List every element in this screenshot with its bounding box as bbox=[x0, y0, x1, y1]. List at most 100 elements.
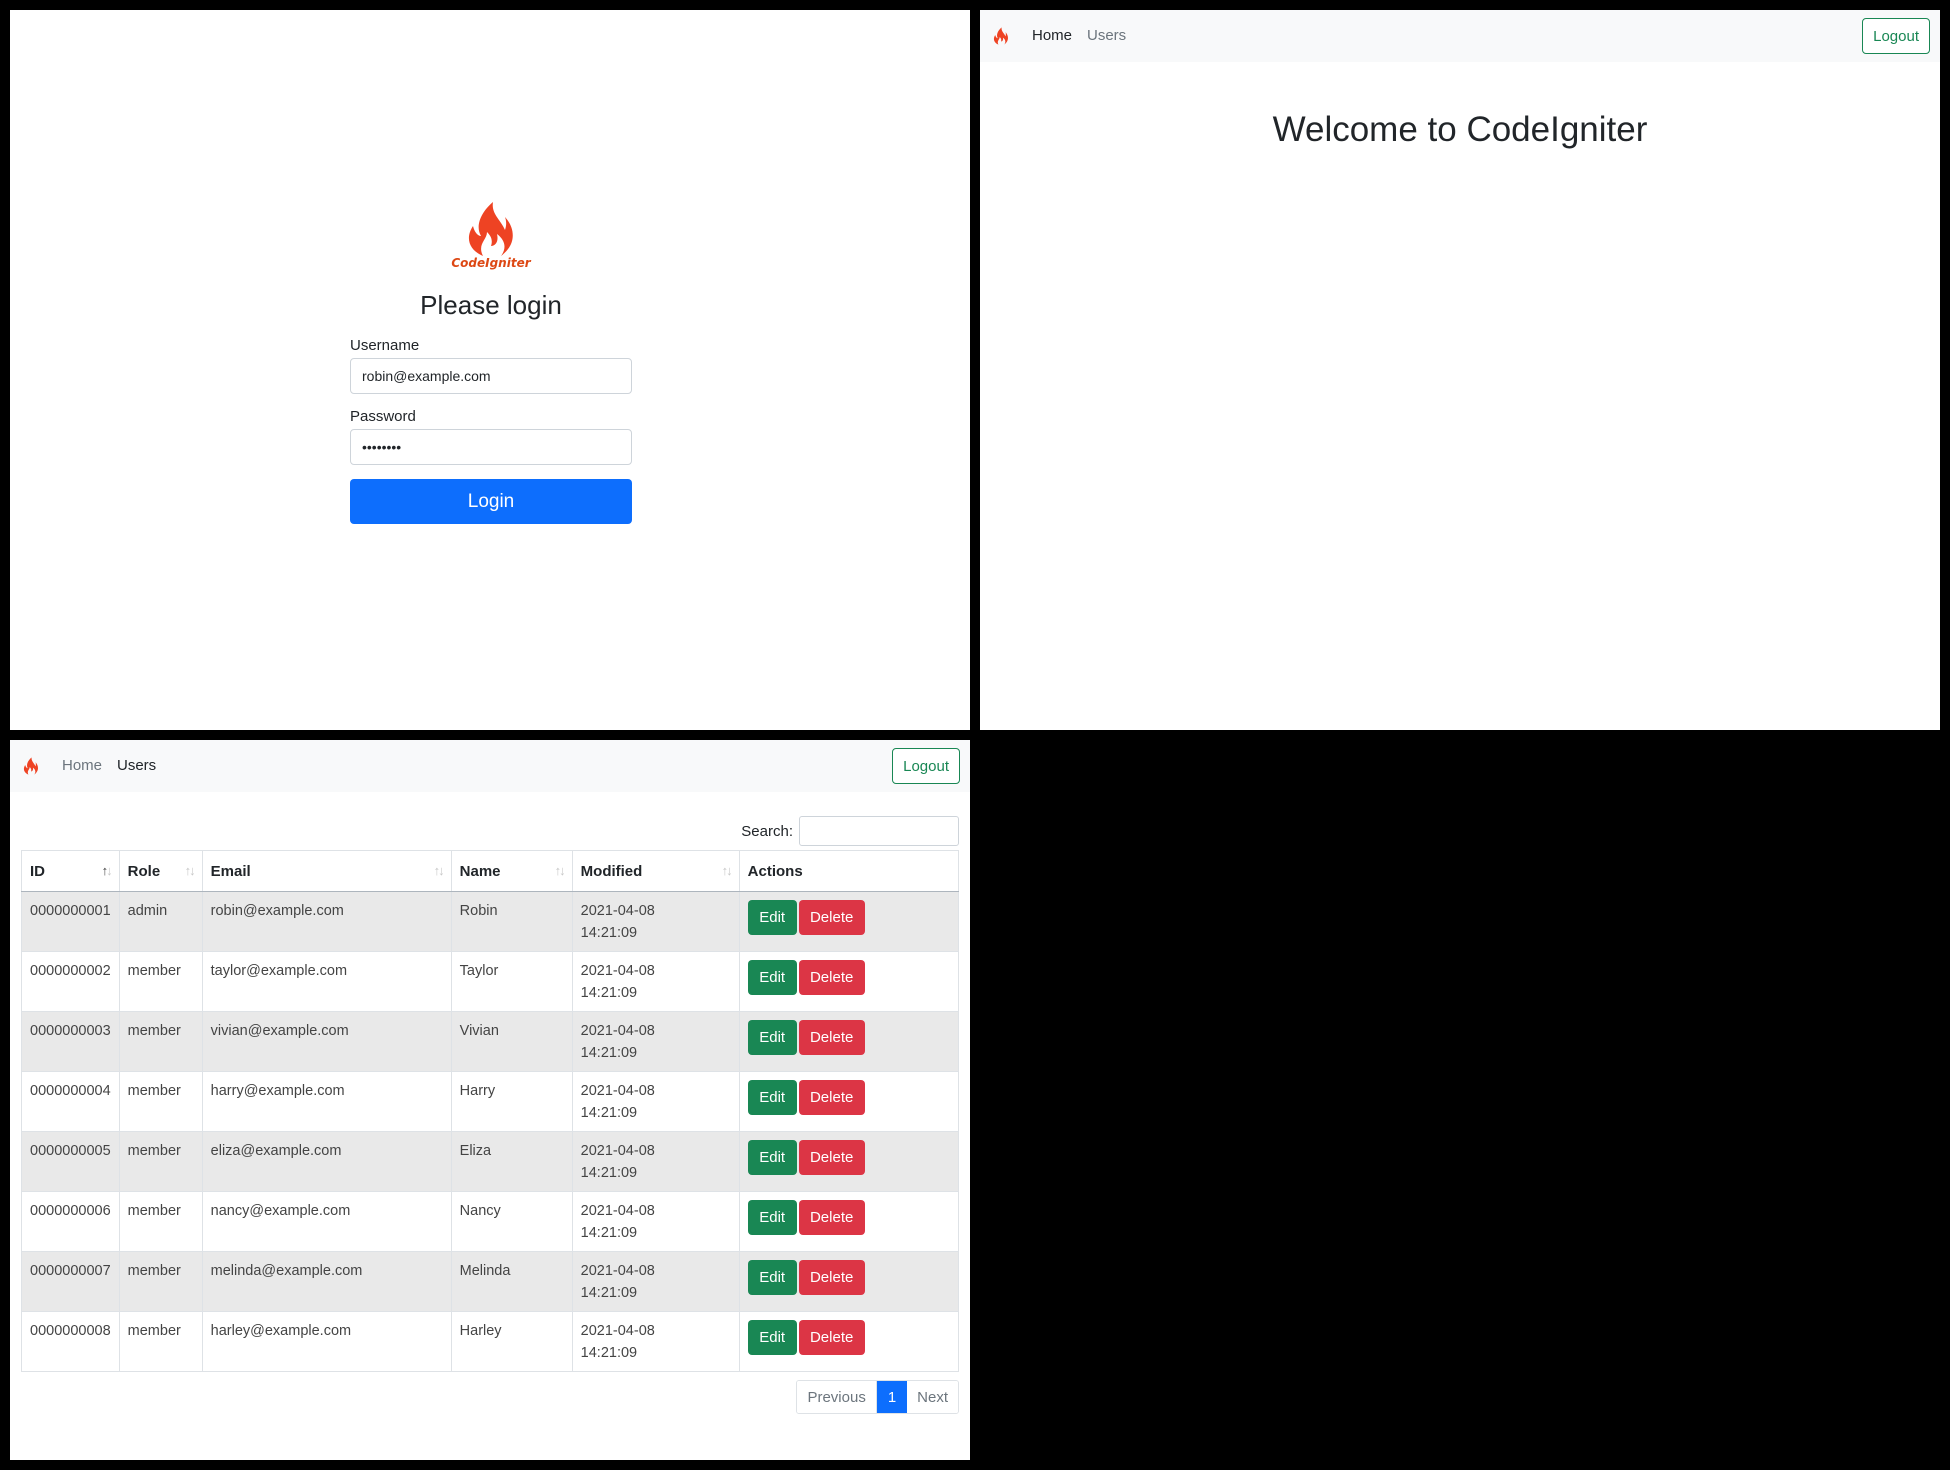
username-label: Username bbox=[350, 337, 420, 354]
edit-button[interactable]: Edit bbox=[747, 1260, 797, 1295]
home-panel: Home Users Logout Welcome to CodeIgniter bbox=[980, 10, 1940, 730]
table-row: 0000000003 member vivian@example.com Vivian… bbox=[21, 1011, 960, 1072]
pagination-page-1[interactable]: 1 bbox=[876, 1381, 908, 1413]
cell-id: 0000000004 bbox=[21, 1071, 120, 1132]
delete-button[interactable]: Delete bbox=[798, 1080, 865, 1115]
cell-role: member bbox=[118, 1071, 203, 1132]
cell-modified: 2021-04-08 14:21:09 bbox=[571, 891, 740, 952]
sort-icon: ↑↓ bbox=[554, 863, 566, 878]
navbar: Home Users Logout bbox=[980, 10, 1940, 62]
column-header-id[interactable]: ID ↑↓ bbox=[21, 850, 120, 892]
pagination: Previous 1 Next bbox=[796, 1380, 959, 1414]
cell-name: Robin bbox=[450, 891, 573, 952]
column-header-role[interactable]: Role ↑↓ bbox=[118, 850, 203, 892]
logout-button[interactable]: Logout bbox=[892, 748, 960, 784]
column-header-modified[interactable]: Modified ↑↓ bbox=[571, 850, 740, 892]
login-button[interactable]: Login bbox=[350, 479, 632, 524]
cell-actions: Edit Delete bbox=[738, 1131, 960, 1192]
edit-button[interactable]: Edit bbox=[747, 960, 797, 995]
pagination-next[interactable]: Next bbox=[907, 1381, 958, 1413]
sort-icon: ↑↓ bbox=[721, 863, 733, 878]
edit-button[interactable]: Edit bbox=[747, 1140, 797, 1175]
cell-actions: Edit Delete bbox=[738, 1311, 960, 1372]
delete-button[interactable]: Delete bbox=[798, 960, 865, 995]
cell-modified: 2021-04-08 14:21:09 bbox=[571, 1071, 740, 1132]
cell-actions: Edit Delete bbox=[738, 951, 960, 1012]
cell-id: 0000000008 bbox=[21, 1311, 120, 1372]
column-header-label: Actions bbox=[747, 862, 803, 880]
table-row: 0000000002 member taylor@example.com Taylor… bbox=[21, 951, 960, 1012]
password-input[interactable] bbox=[350, 429, 632, 465]
delete-button[interactable]: Delete bbox=[798, 1020, 865, 1055]
cell-modified: 2021-04-08 14:21:09 bbox=[571, 1251, 740, 1312]
users-table-body: 0000000001 admin robin@example.com Robin 202… bbox=[21, 891, 960, 1372]
delete-button[interactable]: Delete bbox=[798, 1200, 865, 1235]
cell-actions: Edit Delete bbox=[738, 1071, 960, 1132]
cell-modified: 2021-04-08 14:21:09 bbox=[571, 1011, 740, 1072]
modified-time: 14:21:09 bbox=[580, 1225, 638, 1241]
codeigniter-flame-icon[interactable] bbox=[992, 26, 1010, 46]
modified-time: 14:21:09 bbox=[580, 1165, 638, 1181]
edit-button[interactable]: Edit bbox=[747, 900, 797, 935]
search-label: Search: bbox=[741, 822, 793, 840]
cell-id: 0000000006 bbox=[21, 1191, 120, 1252]
column-header-label: Modified bbox=[580, 862, 643, 880]
modified-date: 2021-04-08 bbox=[580, 963, 655, 979]
table-row: 0000000004 member harry@example.com Harry 20… bbox=[21, 1071, 960, 1132]
modified-date: 2021-04-08 bbox=[580, 1203, 655, 1219]
nav-home-link[interactable]: Home bbox=[62, 757, 102, 774]
modified-date: 2021-04-08 bbox=[580, 1143, 655, 1159]
delete-button[interactable]: Delete bbox=[798, 1260, 865, 1295]
cell-role: member bbox=[118, 1311, 203, 1372]
cell-email: melinda@example.com bbox=[201, 1251, 452, 1312]
cell-email: vivian@example.com bbox=[201, 1011, 452, 1072]
cell-actions: Edit Delete bbox=[738, 1011, 960, 1072]
table-row: 0000000007 member melinda@example.com Melin… bbox=[21, 1251, 960, 1312]
delete-button[interactable]: Delete bbox=[798, 1320, 865, 1355]
cell-email: robin@example.com bbox=[201, 891, 452, 952]
nav-users-link[interactable]: Users bbox=[117, 757, 156, 774]
column-header-name[interactable]: Name ↑↓ bbox=[450, 850, 573, 892]
cell-name: Eliza bbox=[450, 1131, 573, 1192]
cell-email: taylor@example.com bbox=[201, 951, 452, 1012]
logout-button[interactable]: Logout bbox=[1862, 18, 1930, 54]
username-input[interactable] bbox=[350, 358, 632, 394]
search-input[interactable] bbox=[799, 816, 959, 846]
cell-modified: 2021-04-08 14:21:09 bbox=[571, 951, 740, 1012]
pagination-previous[interactable]: Previous bbox=[797, 1381, 877, 1413]
modified-date: 2021-04-08 bbox=[580, 1023, 655, 1039]
modified-time: 14:21:09 bbox=[580, 925, 638, 941]
delete-button[interactable]: Delete bbox=[798, 900, 865, 935]
password-field-group: Password bbox=[350, 408, 632, 465]
modified-time: 14:21:09 bbox=[580, 1045, 638, 1061]
edit-button[interactable]: Edit bbox=[747, 1320, 797, 1355]
cell-modified: 2021-04-08 14:21:09 bbox=[571, 1131, 740, 1192]
cell-role: member bbox=[118, 1011, 203, 1072]
column-header-label: ID bbox=[30, 862, 45, 880]
table-row: 0000000008 member harley@example.com Harley… bbox=[21, 1311, 960, 1372]
cell-id: 0000000002 bbox=[21, 951, 120, 1012]
modified-time: 14:21:09 bbox=[580, 1345, 638, 1361]
cell-name: Nancy bbox=[450, 1191, 573, 1252]
users-panel: Home Users Logout Search: ID ↑↓ Role ↑↓ … bbox=[10, 740, 970, 1460]
cell-email: harley@example.com bbox=[201, 1311, 452, 1372]
modified-date: 2021-04-08 bbox=[580, 1323, 655, 1339]
modified-time: 14:21:09 bbox=[580, 1105, 638, 1121]
codeigniter-flame-icon[interactable] bbox=[22, 756, 40, 776]
cell-actions: Edit Delete bbox=[738, 1191, 960, 1252]
edit-button[interactable]: Edit bbox=[747, 1020, 797, 1055]
nav-users-link[interactable]: Users bbox=[1087, 27, 1126, 44]
edit-button[interactable]: Edit bbox=[747, 1080, 797, 1115]
column-header-label: Name bbox=[459, 862, 501, 880]
users-table: ID ↑↓ Role ↑↓ Email ↑↓ Name ↑↓ Modified bbox=[21, 850, 960, 1372]
codeigniter-flame-icon bbox=[468, 202, 513, 256]
cell-role: member bbox=[118, 1251, 203, 1312]
nav-home-link[interactable]: Home bbox=[1032, 27, 1072, 44]
modified-time: 14:21:09 bbox=[580, 1285, 638, 1301]
password-label: Password bbox=[350, 408, 416, 425]
cell-role: member bbox=[118, 951, 203, 1012]
column-header-email[interactable]: Email ↑↓ bbox=[201, 850, 452, 892]
edit-button[interactable]: Edit bbox=[747, 1200, 797, 1235]
modified-date: 2021-04-08 bbox=[580, 1263, 655, 1279]
delete-button[interactable]: Delete bbox=[798, 1140, 865, 1175]
